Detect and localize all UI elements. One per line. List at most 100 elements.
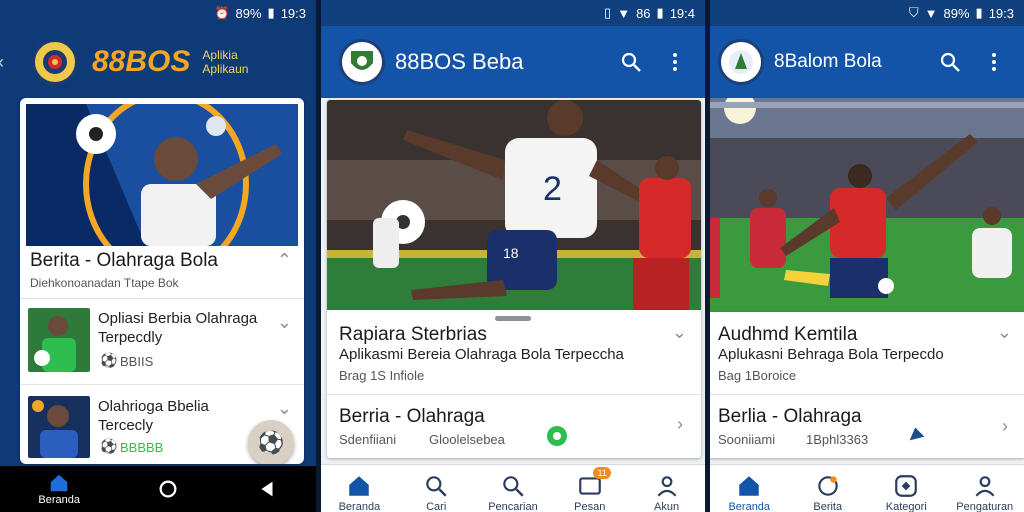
nav-tab-home[interactable]: Beranda [324, 473, 394, 512]
chevron-right-icon[interactable]: › [1002, 416, 1008, 437]
list-item-meta: BBIIS [120, 354, 154, 369]
system-nav-bar: Beranda [0, 466, 316, 512]
phone-panel-1: ⏰ 89% ▮ 19:3 ‹ 88BOS Aplikia Aplikaun [0, 0, 316, 512]
news-card[interactable]: Audhmd Kemtila ⌄ Aplukasni Behraga Bola … [710, 312, 1024, 458]
search-icon[interactable] [619, 50, 643, 74]
club-logo [32, 39, 78, 85]
wifi-icon: ▼ [924, 5, 938, 21]
brand-tagline: Aplikia Aplikaun [202, 48, 248, 76]
shorts-number-text: 18 [503, 245, 519, 261]
header-actions [938, 50, 1024, 74]
more-vert-icon[interactable] [982, 50, 1006, 74]
nav-label: Kategori [885, 501, 927, 512]
expand-chevron-icon[interactable]: ⌄ [277, 398, 292, 419]
ball-icon: ⚽ [100, 438, 118, 454]
news-title: Audhmd Kemtila [718, 324, 858, 345]
nav-label: Beranda [728, 501, 771, 512]
featured-hero-image [26, 104, 298, 246]
tagline-line-1: Aplikia [202, 48, 238, 62]
club-logo[interactable] [339, 39, 385, 85]
circle-home-icon[interactable] [157, 478, 179, 500]
app-header: 8Balom Bola [710, 26, 1024, 98]
nav-label: Berita [813, 501, 843, 512]
pin-icon[interactable] [906, 422, 928, 444]
bottom-nav: Beranda Berita Kategori Pengaturan [710, 464, 1024, 512]
shield-icon: ⛉ [908, 5, 919, 20]
divider [710, 394, 1024, 395]
featured-subtitle: Diehkonoanadan Ttape Bok [30, 276, 179, 290]
search-icon[interactable] [938, 50, 962, 74]
profile-icon [975, 476, 995, 497]
row-left-meta: Sdenfiiani [339, 432, 397, 447]
status-bar: ▯ ▼ 86 ▮ 19:4 [321, 0, 705, 26]
alarm-icon: ⏰ [214, 6, 230, 20]
battery-icon: ▯ [604, 5, 612, 20]
back-chevron-icon[interactable]: ‹ [0, 52, 4, 73]
row-left-meta: Sooniiami [718, 432, 776, 447]
nav-tab-category[interactable]: Kategori [871, 473, 941, 512]
news-hero-image: 2 18 [327, 100, 701, 310]
nav-tab-messages[interactable]: 11 Pesan [555, 467, 625, 512]
nav-tab-news[interactable]: Berita [793, 473, 863, 512]
clock-text: 19:3 [280, 5, 306, 21]
chevron-right-icon[interactable]: › [677, 414, 683, 435]
collapse-chevron-icon[interactable]: ⌃ [277, 250, 292, 271]
ball-icon: ⚽ [257, 430, 285, 455]
nav-label: Akun [654, 501, 680, 512]
nav-label: Cari [426, 501, 447, 512]
news-card[interactable]: 2 18 Rapiara Sterbrias ⌄ Aplikasmi Berei… [327, 100, 701, 458]
row-right-meta: 1Bphl3363 [806, 432, 869, 447]
club-logo[interactable] [718, 39, 764, 85]
ball-icon [895, 475, 918, 497]
jersey-number-text: 2 [543, 170, 562, 208]
search-icon [426, 476, 447, 497]
ball-icon: ⚽ [100, 352, 118, 368]
drag-handle[interactable] [495, 316, 531, 321]
header-actions [619, 50, 705, 74]
battery-text: 89% [235, 5, 262, 21]
clock-text: 19:3 [988, 5, 1014, 21]
bottom-nav: Beranda Cari Pencarian 11 Pesan Akun [321, 464, 705, 512]
expand-chevron-icon[interactable]: ⌄ [997, 322, 1012, 343]
clock-text: 19:4 [669, 5, 695, 21]
app-header: ‹ 88BOS Aplikia Aplikaun [0, 26, 316, 98]
nav-tab-search[interactable]: Cari [401, 473, 471, 512]
nav-label: Pengaturan [956, 501, 1014, 512]
list-item-title: Olahrioga Bbelia Tercecly [98, 398, 209, 434]
nav-tab-account[interactable]: Akun [632, 473, 702, 512]
nav-label: Pesan [574, 501, 606, 512]
home-tab[interactable]: Beranda [38, 472, 80, 506]
more-vert-icon[interactable] [663, 50, 687, 74]
featured-card[interactable]: Berita - Olahraga Bola ⌃ Diehkonoanadan … [20, 98, 304, 464]
list-item-meta: BBBBB [120, 440, 164, 455]
list-item-thumbnail [28, 396, 90, 458]
list-item-title-line-1: Opliasi Berbia Olahraga [98, 310, 258, 327]
floating-ball-button[interactable]: ⚽ [248, 420, 294, 464]
tagline-line-2: Aplikaun [202, 62, 249, 76]
nav-tab-home[interactable]: Beranda [714, 473, 784, 512]
nav-tab-settings[interactable]: Pengaturan [950, 473, 1020, 512]
screenshot-stage: ⏰ 89% ▮ 19:3 ‹ 88BOS Aplikia Aplikaun [0, 0, 1024, 512]
phone-panel-2: ▯ ▼ 86 ▮ 19:4 88BOS Beba 2 18 Rapiara St… [321, 0, 705, 512]
home-icon [50, 474, 68, 492]
featured-title: Berita - Olahraga Bola [30, 250, 218, 271]
back-triangle-icon[interactable] [256, 478, 278, 500]
list-item[interactable]: Opliasi Berbia Olahraga Terpecdly ⌄ ⚽ BB… [20, 298, 304, 384]
notification-badge: 11 [593, 467, 611, 479]
news-meta: Bag 1Boroice [718, 368, 797, 383]
profile-icon [657, 476, 677, 497]
chat-icon [818, 476, 838, 496]
row-title: Berria - Olahraga [339, 406, 485, 427]
status-bar: ⛉ ▼ 89% ▮ 19:3 [710, 0, 1024, 26]
expand-chevron-icon[interactable]: ⌄ [277, 312, 292, 333]
news-title: Rapiara Sterbrias [339, 324, 487, 345]
list-item[interactable]: Olahrioga Bbelia Tercecly ⌄ ⚽ BBBBB ⚽ [20, 384, 304, 464]
nav-tab-search-2[interactable]: Pencarian [478, 473, 548, 512]
news-subtitle: Aplukasni Behraga Bola Terpecdo [718, 346, 944, 363]
search-icon [503, 476, 524, 497]
app-title: 88BOS Beba [395, 49, 524, 74]
wifi-icon: ▼ [617, 5, 631, 21]
phone-panel-3: ⛉ ▼ 89% ▮ 19:3 8Balom Bola Audhmd Kemtil… [710, 0, 1024, 512]
expand-chevron-icon[interactable]: ⌄ [672, 322, 687, 343]
home-tab-label: Beranda [38, 494, 80, 506]
